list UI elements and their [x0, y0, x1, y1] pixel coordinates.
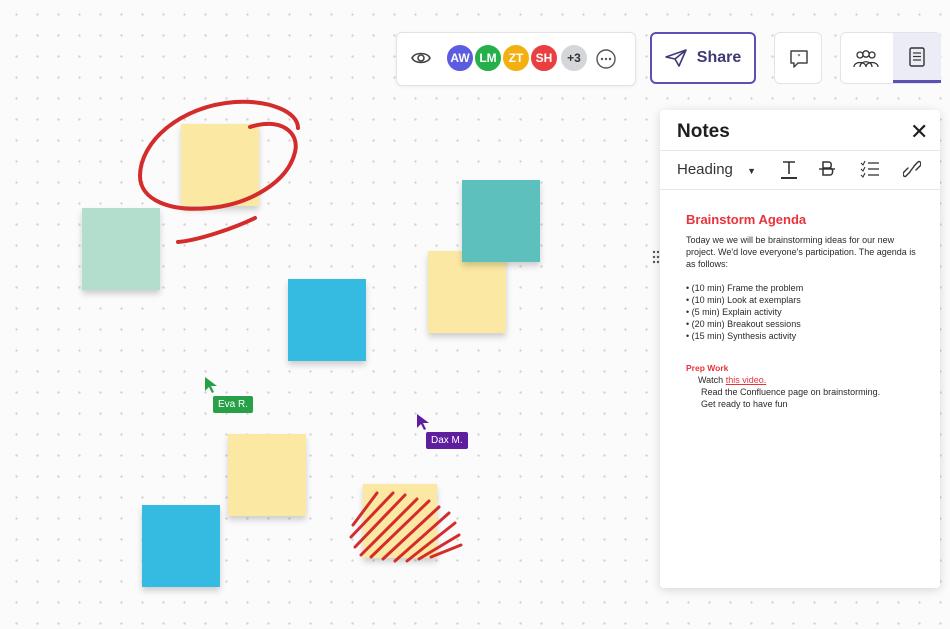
ink-scribble-annotation[interactable]: [345, 485, 470, 565]
avatar[interactable]: AW: [445, 43, 475, 73]
document-intro: Today we we will be brainstorming ideas …: [686, 235, 916, 269]
link-icon[interactable]: [903, 159, 921, 179]
chat-bubble-icon[interactable]: [595, 48, 617, 70]
ink-circle-annotation[interactable]: [130, 92, 310, 252]
people-icon[interactable]: [852, 49, 880, 69]
cursor-label-dax: Dax M.: [426, 432, 468, 449]
prep-watch-text: Watch: [698, 375, 726, 385]
document-icon: [909, 47, 925, 67]
avatar[interactable]: LM: [473, 43, 503, 73]
avatar-overflow-count[interactable]: +3: [559, 43, 589, 73]
comment-icon: ": [790, 50, 808, 68]
agenda-item: • (20 min) Breakout sessions: [686, 319, 801, 329]
cursor-arrow-icon: [417, 414, 429, 430]
sticky-note-blue[interactable]: [288, 279, 366, 361]
avatar[interactable]: ZT: [501, 43, 531, 73]
prep-item: Get ready to have fun: [701, 399, 788, 409]
avatar[interactable]: SH: [529, 43, 559, 73]
share-button[interactable]: Share: [650, 32, 756, 84]
video-link[interactable]: this video.: [726, 375, 767, 385]
close-icon[interactable]: ✕: [910, 119, 928, 145]
document-heading: Brainstorm Agenda: [686, 212, 807, 227]
sticky-note-blue[interactable]: [142, 505, 220, 587]
notes-tab[interactable]: [893, 33, 941, 83]
sticky-note-yellow[interactable]: [428, 251, 506, 333]
eye-icon[interactable]: [411, 50, 431, 66]
checklist-icon[interactable]: [860, 159, 880, 179]
comments-button[interactable]: ": [774, 32, 822, 84]
text-format-icon[interactable]: [780, 159, 798, 179]
presence-toolbar: AW LM ZT SH +3: [396, 32, 636, 86]
agenda-item: • (10 min) Frame the problem: [686, 283, 804, 293]
agenda-item: • (10 min) Look at exemplars: [686, 295, 801, 305]
chevron-down-icon: ▼: [747, 166, 756, 176]
prep-work-heading: Prep Work: [686, 363, 729, 373]
notes-title: Notes: [677, 121, 730, 142]
agenda-item: • (15 min) Synthesis activity: [686, 331, 797, 341]
share-label: Share: [696, 49, 742, 66]
agenda-item: • (5 min) Explain activity: [686, 307, 782, 317]
prep-item: Read the Confluence page on brainstormin…: [701, 387, 881, 397]
notes-document[interactable]: Brainstorm Agenda Today we we will be br…: [686, 212, 916, 410]
svg-text:": ": [797, 53, 801, 62]
drag-handle-icon[interactable]: [652, 249, 660, 265]
cursor-label-eva: Eva R.: [213, 396, 254, 413]
sticky-note-yellow[interactable]: [228, 434, 306, 516]
cursor-arrow-icon: [205, 377, 217, 393]
heading-style-value: Heading: [677, 161, 733, 178]
formatting-toolbar: Heading ▼: [660, 150, 940, 190]
panel-toggle-group: [840, 32, 941, 84]
strikethrough-bold-icon[interactable]: [818, 159, 836, 179]
sticky-note-teal[interactable]: [462, 180, 540, 262]
notes-panel: Notes ✕ Heading ▼ Brainstorm Agenda Toda…: [660, 110, 940, 588]
send-icon: [664, 49, 687, 67]
heading-style-select[interactable]: Heading ▼: [677, 161, 756, 178]
prep-item: Watch this video.: [686, 374, 916, 386]
